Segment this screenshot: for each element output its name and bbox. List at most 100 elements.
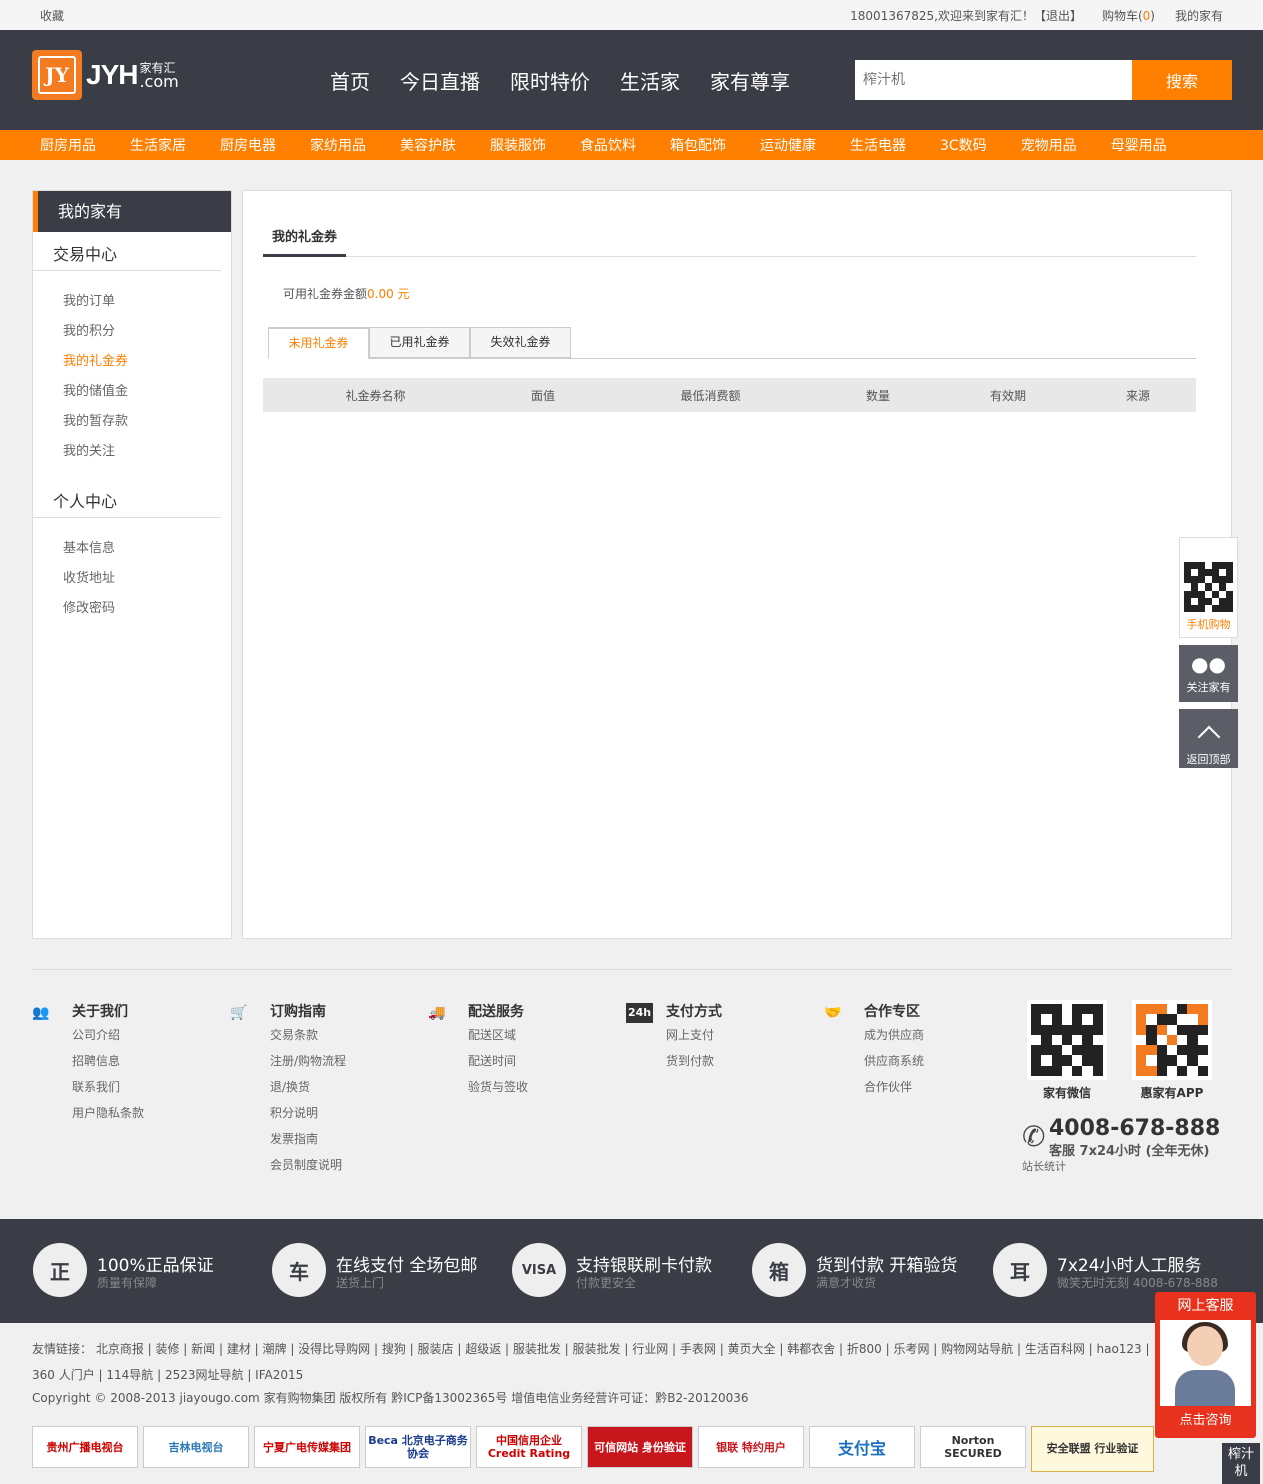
nav-premium[interactable]: 家有尊享 bbox=[710, 66, 790, 95]
footer-link[interactable]: 网上支付 bbox=[666, 1025, 806, 1051]
footer-link[interactable]: 验货与签收 bbox=[468, 1077, 608, 1103]
nav-life[interactable]: 生活家 bbox=[620, 66, 680, 95]
footer-link[interactable]: 货到付款 bbox=[666, 1051, 806, 1077]
sidebar-item-deposit[interactable]: 我的暂存款 bbox=[63, 407, 231, 437]
box-icon: 箱 bbox=[752, 1243, 806, 1297]
24h-icon: 24h bbox=[626, 1003, 654, 1023]
cart-link[interactable]: 购物车(0) bbox=[1102, 7, 1155, 24]
sidebar-item-password[interactable]: 修改密码 bbox=[63, 594, 231, 624]
category-item[interactable]: 宠物用品 bbox=[1021, 135, 1077, 155]
badge-alipay[interactable]: 支付宝 bbox=[809, 1426, 915, 1468]
category-item[interactable]: 生活家居 bbox=[130, 135, 186, 155]
footer-link[interactable]: 注册/购物流程 bbox=[270, 1051, 410, 1077]
tab-used-coupons[interactable]: 已用礼金券 bbox=[369, 327, 470, 358]
service-sub: 满意才收货 bbox=[816, 1276, 877, 1290]
category-item[interactable]: 箱包配饰 bbox=[670, 135, 726, 155]
friend-links[interactable]: 友情链接： 北京商报 | 装修 | 新闻 | 建材 | 潮牌 | 没得比导购网 … bbox=[32, 1336, 1157, 1388]
footer-col-payment: 24h 支付方式 网上支付 货到付款 bbox=[626, 1002, 806, 1077]
service-sub: 质量有保障 bbox=[97, 1276, 158, 1290]
category-item[interactable]: 家纺用品 bbox=[310, 135, 366, 155]
badge-gztv[interactable]: 贵州广播电视台 bbox=[32, 1426, 138, 1468]
footer-link[interactable]: 配送区域 bbox=[468, 1025, 608, 1051]
wechat-qr: 家有微信 bbox=[1027, 1000, 1107, 1101]
cart-close: ) bbox=[1150, 9, 1155, 23]
badge-trusted-site[interactable]: 可信网站 身份验证 bbox=[587, 1426, 693, 1468]
footer-link[interactable]: 联系我们 bbox=[72, 1077, 212, 1103]
sidebar-item-orders[interactable]: 我的订单 bbox=[63, 287, 231, 317]
stat-link[interactable]: 站长统计 bbox=[1022, 1158, 1066, 1174]
header: JY JYH 家有汇.com 首页 今日直播 限时特价 生活家 家有尊享 搜索 bbox=[0, 30, 1263, 130]
sidebar-item-profile[interactable]: 基本信息 bbox=[63, 534, 231, 564]
personal-menu: 基本信息 收货地址 修改密码 bbox=[33, 518, 231, 636]
column-header: 面值 bbox=[530, 388, 555, 403]
footer-col-title: 👥 关于我们 bbox=[32, 1004, 128, 1021]
badge-jltv[interactable]: 吉林电视台 bbox=[143, 1426, 249, 1468]
nav-flash-sale[interactable]: 限时特价 bbox=[510, 66, 590, 95]
wechat-icon: ●● bbox=[1191, 652, 1226, 676]
footer-link[interactable]: 供应商系统 bbox=[864, 1051, 1004, 1077]
service-sub: 送货上门 bbox=[336, 1276, 385, 1290]
search-keyword-tag[interactable]: 榨汁机 bbox=[1222, 1443, 1260, 1484]
category-item[interactable]: 母婴用品 bbox=[1111, 135, 1167, 155]
people-icon: 👥 bbox=[32, 1005, 50, 1021]
badge-nxtv[interactable]: 宁夏广电传媒集团 bbox=[254, 1426, 360, 1468]
tab-expired-coupons[interactable]: 失效礼金券 bbox=[470, 327, 571, 358]
search-input[interactable] bbox=[855, 60, 1132, 100]
logo[interactable]: JY JYH 家有汇 .com bbox=[32, 50, 179, 100]
category-item[interactable]: 厨房用品 bbox=[40, 135, 96, 155]
sidebar-item-follows[interactable]: 我的关注 bbox=[63, 437, 231, 467]
sidebar-item-coupons[interactable]: 我的礼金券 bbox=[63, 347, 231, 377]
consult-button[interactable]: 点击咨询 bbox=[1155, 1406, 1256, 1436]
category-item[interactable]: 食品饮料 bbox=[580, 135, 636, 155]
app-qr: 惠家有APP bbox=[1132, 1000, 1212, 1101]
search-button[interactable]: 搜索 bbox=[1132, 60, 1232, 100]
footer-link[interactable]: 交易条款 bbox=[270, 1025, 410, 1051]
tab-unused-coupons[interactable]: 未用礼金券 bbox=[268, 327, 369, 359]
category-item[interactable]: 运动健康 bbox=[760, 135, 816, 155]
nav-home[interactable]: 首页 bbox=[330, 66, 370, 95]
badge-unionpay[interactable]: 银联 特约用户 bbox=[698, 1426, 804, 1468]
category-item[interactable]: 3C数码 bbox=[940, 135, 987, 155]
service-title: 在线支付 全场包邮 bbox=[336, 1256, 478, 1276]
badge-beca[interactable]: Beca 北京电子商务协会 bbox=[365, 1426, 471, 1468]
follow-wechat-button[interactable]: ●● 关注家有 bbox=[1179, 645, 1238, 702]
footer-link[interactable]: 用户隐私条款 bbox=[72, 1103, 212, 1129]
column-header: 来源 bbox=[1125, 388, 1150, 403]
footer-link[interactable]: 会员制度说明 bbox=[270, 1155, 410, 1181]
footer-link[interactable]: 公司介绍 bbox=[72, 1025, 212, 1051]
sidebar-title: 我的家有 bbox=[33, 191, 231, 232]
category-item[interactable]: 生活电器 bbox=[850, 135, 906, 155]
category-bar: 厨房用品 生活家居 厨房电器 家纺用品 美容护肤 服装服饰 食品饮料 箱包配饰 … bbox=[0, 130, 1263, 160]
footer-link[interactable]: 发票指南 bbox=[270, 1129, 410, 1155]
back-to-top-button[interactable]: 返回顶部 bbox=[1179, 709, 1238, 768]
footer-link[interactable]: 退/换货 bbox=[270, 1077, 410, 1103]
nav-live[interactable]: 今日直播 bbox=[400, 66, 480, 95]
favorite-link[interactable]: 收藏 bbox=[40, 7, 64, 24]
category-item[interactable]: 服装服饰 bbox=[490, 135, 546, 155]
sidebar-item-points[interactable]: 我的积分 bbox=[63, 317, 231, 347]
footer-link[interactable]: 合作伙伴 bbox=[864, 1077, 1004, 1103]
footer-link[interactable]: 积分说明 bbox=[270, 1103, 410, 1129]
badge-norton[interactable]: Norton SECURED bbox=[920, 1426, 1026, 1468]
badge-credit[interactable]: 中国信用企业 Credit Rating bbox=[476, 1426, 582, 1468]
balance-value: 0.00 元 bbox=[367, 287, 410, 301]
main-nav: 首页 今日直播 限时特价 生活家 家有尊享 bbox=[330, 66, 790, 95]
logout-link[interactable]: 【退出】 bbox=[1034, 9, 1082, 23]
sidebar-item-address[interactable]: 收货地址 bbox=[63, 564, 231, 594]
sidebar-item-stored-value[interactable]: 我的储值金 bbox=[63, 377, 231, 407]
panel-tab-coupons[interactable]: 我的礼金券 bbox=[263, 227, 347, 257]
footer-link[interactable]: 成为供应商 bbox=[864, 1025, 1004, 1051]
category-item[interactable]: 厨房电器 bbox=[220, 135, 276, 155]
my-account-link[interactable]: 我的家有 bbox=[1175, 7, 1223, 24]
service-sub: 微笑无时无刻 4008-678-888 bbox=[1057, 1276, 1218, 1290]
category-item[interactable]: 美容护肤 bbox=[400, 135, 456, 155]
visa-icon: VISA bbox=[512, 1243, 566, 1297]
footer-link[interactable]: 招聘信息 bbox=[72, 1051, 212, 1077]
footer-link[interactable]: 配送时间 bbox=[468, 1051, 608, 1077]
logo-mark: JY bbox=[32, 50, 82, 100]
online-service-widget[interactable]: 网上客服 点击咨询 bbox=[1155, 1292, 1256, 1438]
follow-label: 关注家有 bbox=[1186, 681, 1231, 694]
mobile-shopping-qr[interactable]: 手机购物 bbox=[1179, 537, 1238, 638]
coupon-tabs: 未用礼金券 已用礼金券 失效礼金券 bbox=[268, 327, 1196, 359]
badge-security-alliance[interactable]: 安全联盟 行业验证 bbox=[1031, 1426, 1154, 1472]
